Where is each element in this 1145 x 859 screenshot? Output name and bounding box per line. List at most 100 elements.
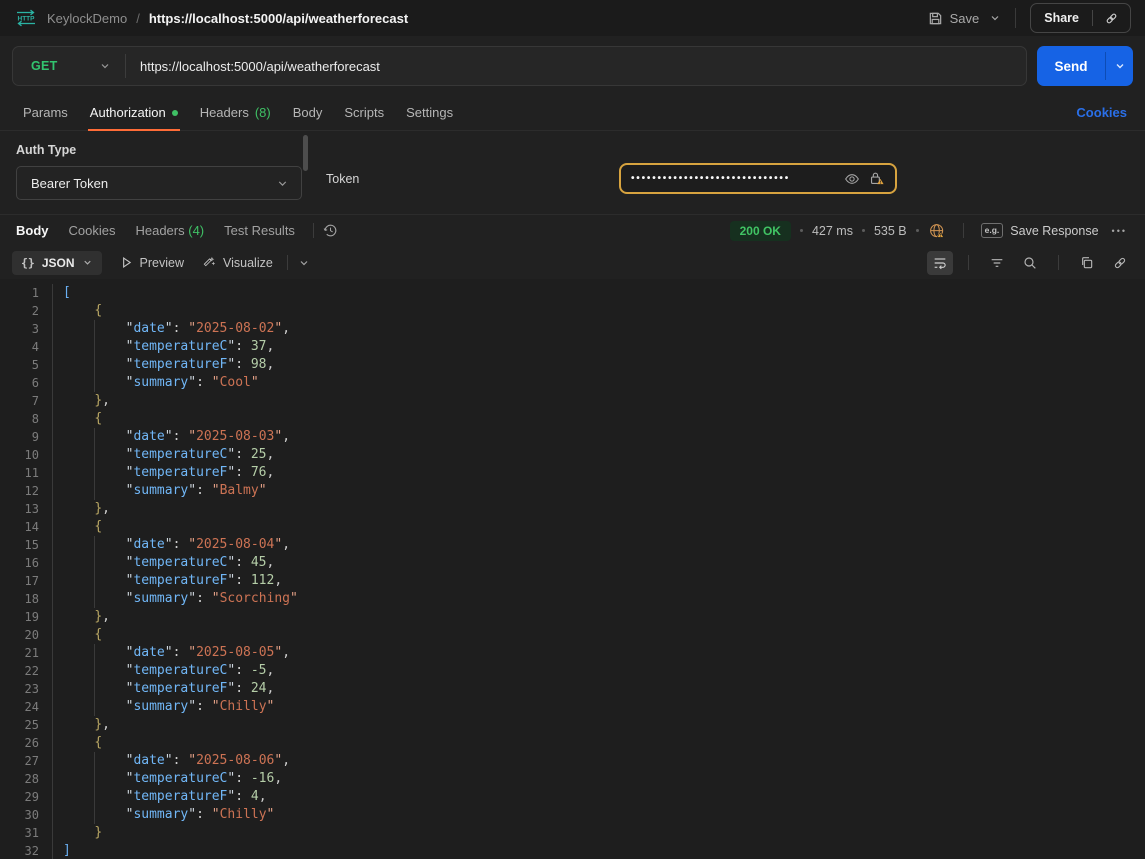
tab-params[interactable]: Params <box>12 95 79 130</box>
filter-icon[interactable] <box>984 251 1010 275</box>
line-number: 2 <box>0 302 52 320</box>
code-content: "date": "2025-08-03", <box>52 428 1145 446</box>
method-select[interactable]: GET <box>13 59 125 73</box>
line-number: 13 <box>0 500 52 518</box>
send-button[interactable]: Send <box>1037 46 1105 86</box>
braces-icon: {} <box>21 256 35 270</box>
response-size: 535 B <box>874 224 907 238</box>
response-meta-divider <box>963 223 964 238</box>
authorization-active-dot <box>172 110 178 116</box>
save-response-button[interactable]: e.g. Save Response <box>981 223 1099 237</box>
tab-settings[interactable]: Settings <box>395 95 464 130</box>
code-content: "temperatureF": 76, <box>52 464 1145 482</box>
wrap-text-icon[interactable] <box>927 251 953 275</box>
code-content: "temperatureC": 45, <box>52 554 1145 572</box>
code-content: "summary": "Chilly" <box>52 698 1145 716</box>
auth-type-label: Auth Type <box>16 143 302 157</box>
line-number: 32 <box>0 842 52 859</box>
response-tab-cookies[interactable]: Cookies <box>59 223 126 238</box>
save-button-label: Save <box>950 11 980 26</box>
visualize-button[interactable]: Visualize <box>202 256 273 270</box>
code-content: "temperatureC": 37, <box>52 338 1145 356</box>
response-time: 427 ms <box>812 224 853 238</box>
code-line: 28 "temperatureC": -16, <box>0 770 1145 788</box>
code-content: { <box>52 518 1145 536</box>
more-options-icon[interactable]: ••• <box>1108 226 1131 236</box>
status-badge[interactable]: 200 OK <box>730 221 791 241</box>
code-line: 30 "summary": "Chilly" <box>0 806 1145 824</box>
copy-link-icon[interactable] <box>1093 11 1130 26</box>
code-line: 18 "summary": "Scorching" <box>0 590 1145 608</box>
share-button-group: Share <box>1030 3 1131 33</box>
code-line: 7 }, <box>0 392 1145 410</box>
code-content: "summary": "Cool" <box>52 374 1145 392</box>
line-number: 29 <box>0 788 52 806</box>
token-input[interactable]: •••••••••••••••••••••••••••••• <box>619 163 897 194</box>
url-input[interactable] <box>126 59 1026 74</box>
save-options-chevron-icon[interactable] <box>989 12 1001 24</box>
code-line: 19 }, <box>0 608 1145 626</box>
link-icon[interactable] <box>1107 251 1133 275</box>
code-content: "temperatureC": 25, <box>52 446 1145 464</box>
example-icon: e.g. <box>981 223 1004 237</box>
code-line: 32] <box>0 842 1145 859</box>
response-tab-headers[interactable]: Headers (4) <box>125 223 214 238</box>
tab-headers-count: (8) <box>255 105 271 120</box>
viewer-toolbar-actions <box>927 251 1133 275</box>
code-line: 31 } <box>0 824 1145 842</box>
line-number: 25 <box>0 716 52 734</box>
save-icon <box>928 11 943 26</box>
cookies-link[interactable]: Cookies <box>1070 95 1133 130</box>
code-content: "summary": "Balmy" <box>52 482 1145 500</box>
code-line: 5 "temperatureF": 98, <box>0 356 1145 374</box>
request-bar: GET Send <box>0 36 1145 95</box>
line-number: 7 <box>0 392 52 410</box>
preview-button[interactable]: Preview <box>120 256 184 270</box>
tab-authorization[interactable]: Authorization <box>79 95 189 130</box>
authorization-panel: Auth Type Bearer Token Token •••••••••••… <box>0 131 1145 215</box>
preview-label: Preview <box>140 256 184 270</box>
code-content: }, <box>52 392 1145 410</box>
code-line: 9 "date": "2025-08-03", <box>0 428 1145 446</box>
format-value: JSON <box>42 256 75 270</box>
viewer-actions-divider <box>1058 255 1059 270</box>
code-line: 12 "summary": "Balmy" <box>0 482 1145 500</box>
code-content: }, <box>52 716 1145 734</box>
response-tab-body[interactable]: Body <box>14 223 59 238</box>
token-lock-warning-icon[interactable] <box>868 170 885 187</box>
code-line: 1[ <box>0 284 1145 302</box>
copy-icon[interactable] <box>1074 251 1100 275</box>
save-button[interactable]: Save <box>928 11 980 26</box>
response-tab-test-results[interactable]: Test Results <box>214 223 305 238</box>
visualize-options-chevron-icon[interactable] <box>298 257 310 269</box>
token-masked-value: •••••••••••••••••••••••••••••• <box>631 174 836 184</box>
code-content: "date": "2025-08-05", <box>52 644 1145 662</box>
code-line: 8 { <box>0 410 1145 428</box>
tab-headers-label: Headers <box>200 105 249 120</box>
code-line: 17 "temperatureF": 112, <box>0 572 1145 590</box>
code-line: 3 "date": "2025-08-02", <box>0 320 1145 338</box>
tab-scripts[interactable]: Scripts <box>333 95 395 130</box>
code-line: 22 "temperatureC": -5, <box>0 662 1145 680</box>
show-token-eye-icon[interactable] <box>844 171 860 187</box>
url-bar: GET <box>12 46 1027 86</box>
tab-headers[interactable]: Headers (8) <box>189 95 282 130</box>
search-icon[interactable] <box>1017 251 1043 275</box>
code-line: 11 "temperatureF": 76, <box>0 464 1145 482</box>
line-number: 9 <box>0 428 52 446</box>
breadcrumb-workspace[interactable]: KeylockDemo <box>47 11 127 26</box>
auth-type-select[interactable]: Bearer Token <box>16 166 302 200</box>
format-select[interactable]: {} JSON <box>12 251 102 275</box>
share-button[interactable]: Share <box>1031 11 1092 25</box>
line-number: 21 <box>0 644 52 662</box>
line-number: 4 <box>0 338 52 356</box>
network-warning-globe-icon[interactable] <box>928 222 946 240</box>
code-content: "temperatureF": 4, <box>52 788 1145 806</box>
auth-panel-scrollbar[interactable] <box>303 135 308 171</box>
tab-body[interactable]: Body <box>282 95 334 130</box>
send-options-chevron-icon[interactable] <box>1106 46 1133 86</box>
response-history-icon[interactable] <box>322 222 339 239</box>
code-line: 25 }, <box>0 716 1145 734</box>
line-number: 10 <box>0 446 52 464</box>
response-body-viewer[interactable]: 1[2 {3 "date": "2025-08-02",4 "temperatu… <box>0 279 1145 859</box>
